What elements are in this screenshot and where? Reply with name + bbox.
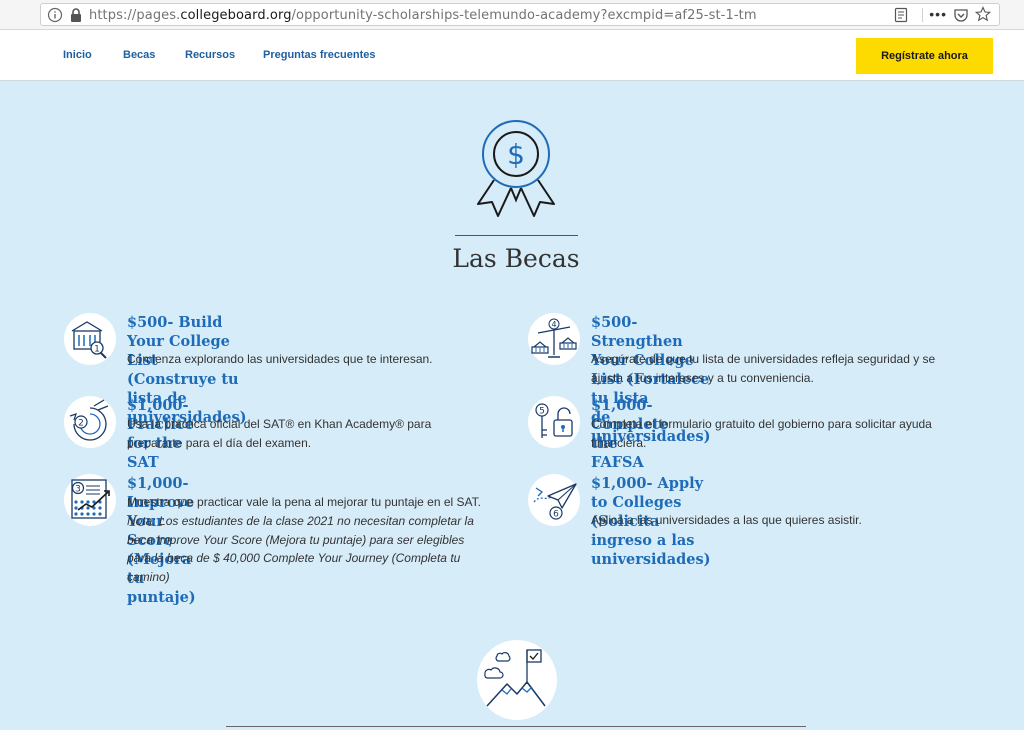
- section-divider: [226, 726, 806, 727]
- scholarship-description: Comienza explorando las universidades qu…: [127, 352, 433, 366]
- step-number: 6: [553, 510, 559, 520]
- mountain-flag-icon: [477, 640, 557, 720]
- scholarship-note: Nota: Los estudiantes de la clase 2021 n…: [127, 514, 474, 584]
- url-text[interactable]: https://pages.collegeboard.org/opportuni…: [89, 8, 757, 23]
- reader-view-icon[interactable]: [893, 7, 909, 23]
- site-nav: Inicio Becas Recursos Preguntas frecuent…: [0, 30, 1024, 81]
- step-number: 4: [551, 320, 556, 329]
- register-now-button[interactable]: Regístrate ahora: [856, 38, 993, 74]
- step-number: 5: [539, 407, 545, 417]
- paper-plane-icon: 6: [528, 474, 580, 526]
- key-lock-icon: 5: [528, 396, 580, 448]
- svg-text:$: $: [507, 138, 525, 171]
- scholarship-description: Completa el formulario gratuito del gobi…: [591, 417, 932, 450]
- nav-recursos[interactable]: Recursos: [185, 49, 235, 61]
- score-chart-icon: 3: [64, 474, 116, 526]
- browser-toolbar: https://pages.collegeboard.org/opportuni…: [0, 0, 1024, 30]
- section-title: Las Becas: [452, 244, 580, 273]
- address-bar[interactable]: https://pages.collegeboard.org/opportuni…: [40, 3, 1000, 26]
- stopwatch-practice-icon: 2: [64, 396, 116, 448]
- college-building-magnifier-icon: 1: [64, 313, 116, 365]
- scholarship-description: Muestra que practicar vale la pena al me…: [127, 495, 481, 509]
- bookmark-star-icon[interactable]: [975, 6, 991, 22]
- scholarship-description: Usa la práctica oficial del SAT® en Khan…: [127, 417, 432, 450]
- nav-becas[interactable]: Becas: [123, 49, 155, 61]
- step-number: 3: [75, 485, 81, 495]
- lock-icon[interactable]: [69, 7, 83, 23]
- page-actions-menu-icon[interactable]: •••: [929, 6, 947, 22]
- balance-scale-colleges-icon: 4: [528, 313, 580, 365]
- nav-preguntas-frecuentes[interactable]: Preguntas frecuentes: [263, 49, 375, 61]
- toolbar-separator: [922, 8, 923, 22]
- pocket-icon[interactable]: [953, 7, 969, 23]
- scholarship-description: Aplica a las universidades a las que qui…: [591, 513, 862, 527]
- award-ribbon-dollar-icon: $: [477, 120, 555, 217]
- scholarship-description: Asegúrate de que tu lista de universidad…: [591, 352, 936, 385]
- title-divider: [455, 235, 578, 236]
- step-number: 2: [78, 419, 84, 429]
- nav-inicio[interactable]: Inicio: [63, 49, 92, 61]
- info-icon[interactable]: [47, 7, 63, 23]
- step-number: 1: [94, 345, 100, 355]
